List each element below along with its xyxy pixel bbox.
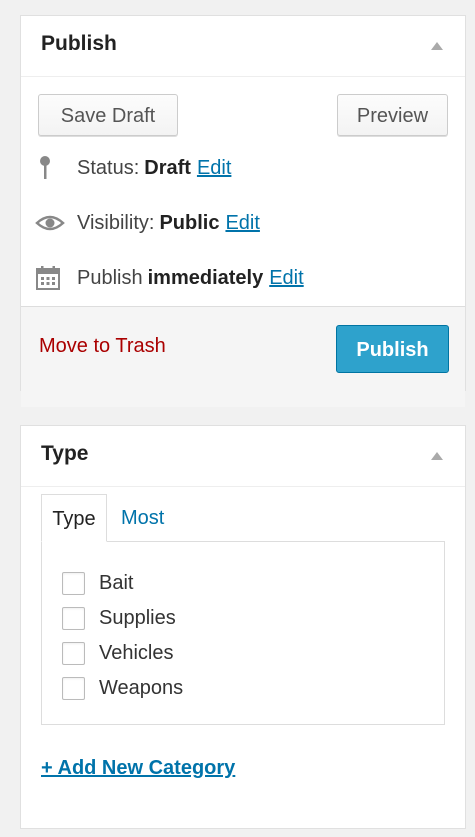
edit-schedule-link[interactable]: Edit xyxy=(269,267,303,290)
category-checkbox[interactable] xyxy=(62,571,85,595)
status-row: Status: Draft Edit xyxy=(35,154,231,182)
type-box-title: Type xyxy=(41,442,89,465)
publish-actions: Move to Trash Publish xyxy=(21,306,465,407)
status-value: Draft xyxy=(144,156,191,179)
category-label: Vehicles xyxy=(99,641,174,664)
type-box: Type Type Most Used Bait Supplies Vehicl… xyxy=(20,425,466,829)
preview-button[interactable]: Preview xyxy=(337,94,448,136)
category-checkbox[interactable] xyxy=(62,606,85,630)
category-item[interactable]: Vehicles xyxy=(62,638,174,668)
category-checkbox[interactable] xyxy=(62,641,85,665)
type-box-header[interactable]: Type xyxy=(21,426,465,487)
publish-box-title: Publish xyxy=(41,32,117,55)
tab-most-used[interactable]: Most Used xyxy=(121,494,168,577)
edit-visibility-link[interactable]: Edit xyxy=(225,212,259,235)
category-checklist: Bait Supplies Vehicles Weapons xyxy=(41,541,445,725)
category-label: Bait xyxy=(99,571,134,594)
category-checkbox[interactable] xyxy=(62,676,85,700)
move-to-trash-link[interactable]: Move to Trash xyxy=(39,335,166,358)
publish-box-header[interactable]: Publish xyxy=(21,16,465,77)
publish-box: Publish Save Draft Preview Status: Draft… xyxy=(20,15,466,407)
category-label: Supplies xyxy=(99,606,176,629)
category-item[interactable]: Bait xyxy=(62,568,133,598)
category-label: Weapons xyxy=(99,676,184,699)
schedule-label: Publish xyxy=(77,266,143,289)
status-label: Status: xyxy=(77,156,140,179)
collapse-arrow-icon[interactable] xyxy=(431,452,443,460)
schedule-value: immediately xyxy=(147,266,264,289)
add-new-category-link[interactable]: + Add New Category xyxy=(41,757,235,780)
category-item[interactable]: Supplies xyxy=(62,603,176,633)
pin-icon xyxy=(35,154,67,182)
save-draft-button[interactable]: Save Draft xyxy=(38,94,178,136)
edit-status-link[interactable]: Edit xyxy=(197,157,231,180)
calendar-icon xyxy=(35,264,67,292)
schedule-row: Publish immediately Edit xyxy=(35,264,304,292)
visibility-row: Visibility: Public Edit xyxy=(35,209,260,237)
collapse-arrow-icon[interactable] xyxy=(431,42,443,50)
publish-button[interactable]: Publish xyxy=(336,325,449,373)
visibility-label: Visibility: xyxy=(77,211,155,234)
visibility-value: Public xyxy=(159,211,220,234)
tab-type[interactable]: Type xyxy=(41,494,107,542)
category-item[interactable]: Weapons xyxy=(62,673,183,703)
eye-icon xyxy=(35,209,67,237)
